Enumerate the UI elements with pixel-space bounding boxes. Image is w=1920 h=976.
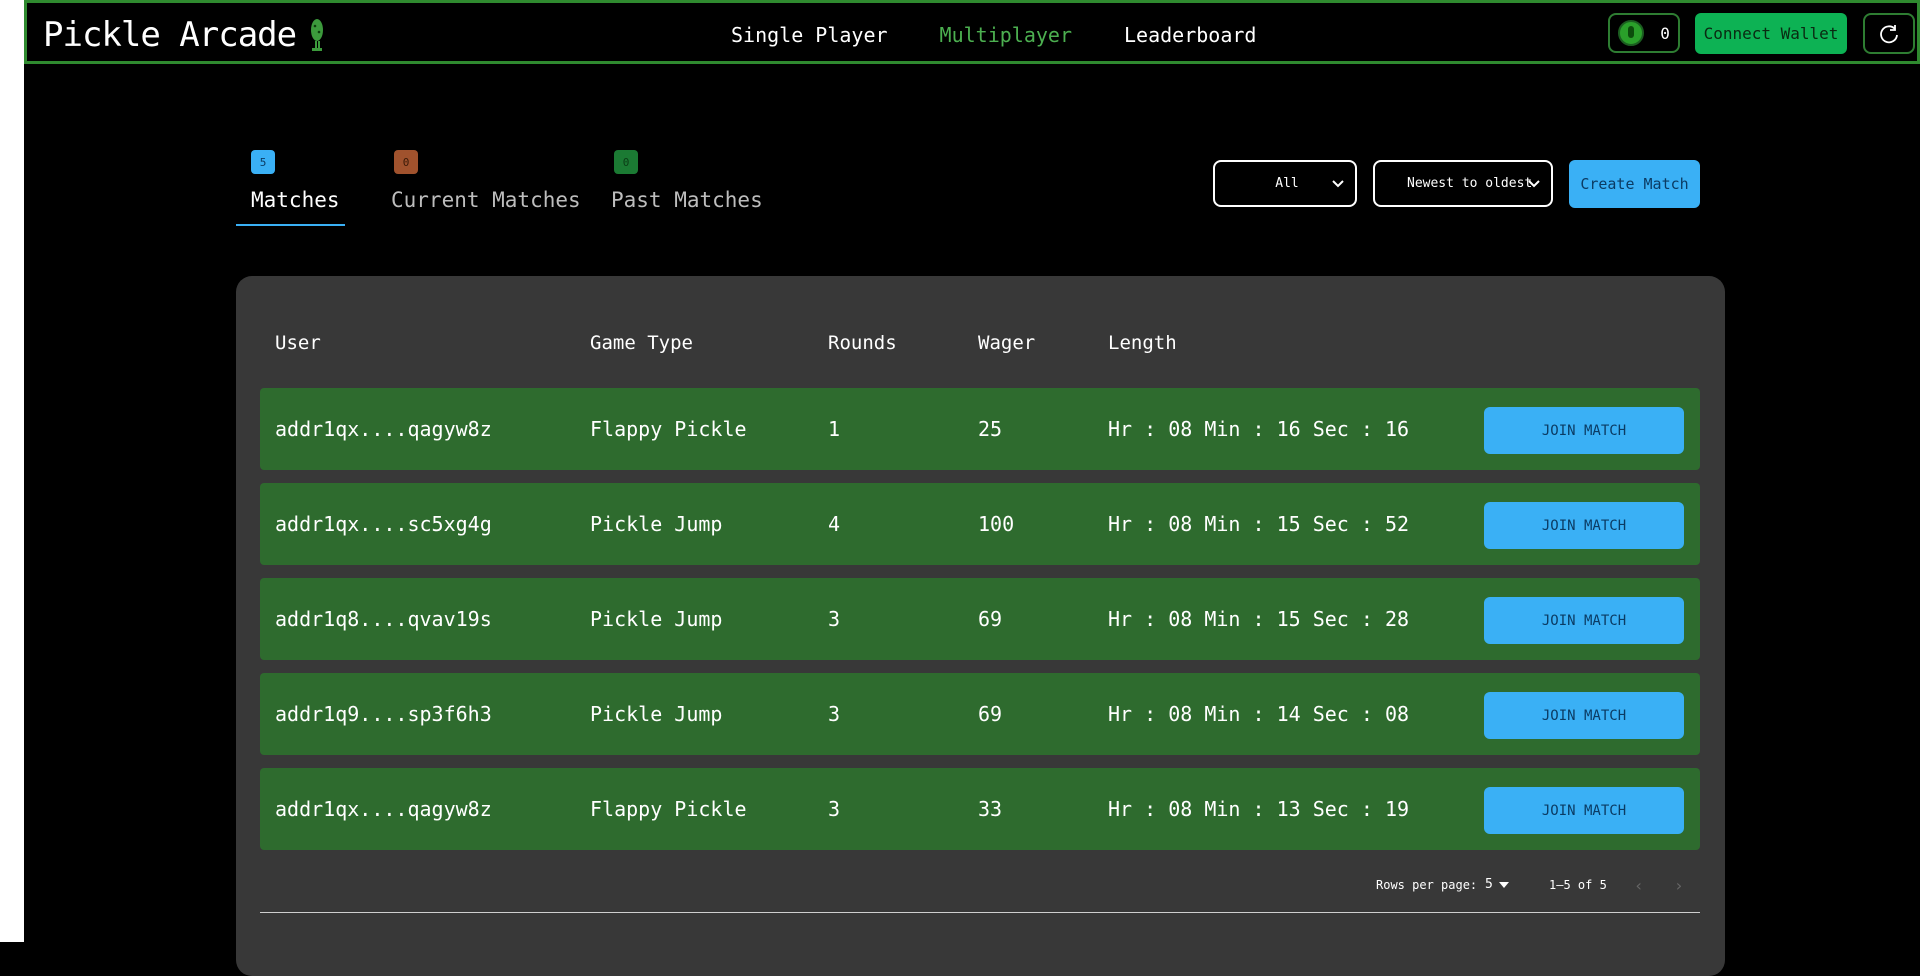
left-edge-strip: [0, 0, 24, 942]
cell-user: addr1qx....qagyw8z: [275, 797, 492, 821]
token-count: 0: [1660, 23, 1670, 43]
table-row: addr1qx....qagyw8z Flappy Pickle 1 25 Hr…: [260, 388, 1700, 470]
pickle-coin-icon: [1618, 20, 1645, 46]
column-header-rounds: Rounds: [828, 332, 897, 354]
join-match-button[interactable]: JOIN MATCH: [1484, 597, 1684, 644]
page-range: 1–5 of 5: [1549, 878, 1607, 892]
connect-wallet-button[interactable]: Connect Wallet: [1695, 13, 1847, 54]
pickle-logo-icon: [311, 19, 324, 51]
caret-down-icon: [1498, 881, 1509, 888]
cell-wager: 69: [978, 607, 1003, 631]
cell-game-type: Pickle Jump: [590, 702, 723, 726]
column-header-user: User: [275, 332, 321, 354]
table-row: addr1qx....qagyw8z Flappy Pickle 3 33 Hr…: [260, 768, 1700, 850]
matches-count-badge: 5: [251, 150, 275, 174]
rows-per-page-select[interactable]: 5: [1485, 877, 1509, 892]
join-match-button[interactable]: JOIN MATCH: [1484, 502, 1684, 549]
sort-order-value: Newest to oldest: [1407, 176, 1533, 191]
cell-length: Hr : 08 Min : 13 Sec : 19: [1108, 797, 1410, 821]
join-match-button[interactable]: JOIN MATCH: [1484, 692, 1684, 739]
cell-user: addr1qx....qagyw8z: [275, 417, 492, 441]
tab-current-matches-label: Current Matches: [391, 188, 581, 212]
refresh-icon: [1880, 24, 1898, 43]
cell-game-type: Pickle Jump: [590, 512, 723, 536]
table-row: addr1q8....qvav19s Pickle Jump 3 69 Hr :…: [260, 578, 1700, 660]
current-matches-count-badge: 0: [394, 150, 418, 174]
nav-leaderboard[interactable]: Leaderboard: [1124, 23, 1256, 47]
main-nav: Single Player Multiplayer Leaderboard: [731, 23, 1256, 47]
column-header-wager: Wager: [978, 332, 1036, 354]
tab-past-matches-label: Past Matches: [611, 188, 763, 212]
create-match-button[interactable]: Create Match: [1569, 160, 1700, 208]
cell-length: Hr : 08 Min : 15 Sec : 28: [1108, 607, 1410, 631]
cell-rounds: 1: [828, 417, 841, 441]
cell-length: Hr : 08 Min : 15 Sec : 52: [1108, 512, 1410, 536]
cell-wager: 69: [978, 702, 1003, 726]
brand[interactable]: Pickle Arcade: [43, 15, 328, 55]
brand-title: Pickle Arcade: [43, 15, 297, 55]
matches-table-card: User Game Type Rounds Wager Length addr1…: [236, 276, 1725, 976]
sort-order-select[interactable]: Newest to oldest: [1373, 160, 1553, 207]
past-matches-count-badge: 0: [614, 150, 638, 174]
chevron-down-icon: [1332, 180, 1344, 188]
cell-rounds: 4: [828, 512, 841, 536]
game-filter-select[interactable]: All: [1213, 160, 1357, 207]
cell-game-type: Pickle Jump: [590, 607, 723, 631]
match-rows: addr1qx....qagyw8z Flappy Pickle 1 25 Hr…: [260, 388, 1700, 863]
cell-game-type: Flappy Pickle: [590, 797, 747, 821]
column-header-length: Length: [1108, 332, 1177, 354]
join-match-button[interactable]: JOIN MATCH: [1484, 407, 1684, 454]
cell-wager: 25: [978, 417, 1003, 441]
table-row: addr1qx....sc5xg4g Pickle Jump 4 100 Hr …: [260, 483, 1700, 565]
active-tab-indicator: [236, 224, 345, 226]
nav-single-player[interactable]: Single Player: [731, 23, 888, 47]
pagination-divider: [260, 912, 1700, 913]
chevron-down-icon: [1528, 180, 1540, 188]
join-match-button[interactable]: JOIN MATCH: [1484, 787, 1684, 834]
nav-multiplayer[interactable]: Multiplayer: [940, 23, 1072, 47]
cell-wager: 100: [978, 512, 1015, 536]
tab-matches-label: Matches: [251, 188, 340, 212]
cell-length: Hr : 08 Min : 16 Sec : 16: [1108, 417, 1410, 441]
cell-game-type: Flappy Pickle: [590, 417, 747, 441]
table-row: addr1q9....sp3f6h3 Pickle Jump 3 69 Hr :…: [260, 673, 1700, 755]
rows-per-page-label: Rows per page:: [1376, 878, 1478, 892]
cell-user: addr1qx....sc5xg4g: [275, 512, 492, 536]
cell-rounds: 3: [828, 607, 841, 631]
top-navbar: Pickle Arcade Single Player Multiplayer …: [24, 0, 1920, 64]
column-header-game-type: Game Type: [590, 332, 693, 354]
cell-user: addr1q8....qvav19s: [275, 607, 492, 631]
cell-user: addr1q9....sp3f6h3: [275, 702, 492, 726]
chevron-right-icon[interactable]: ›: [1674, 876, 1684, 895]
cell-rounds: 3: [828, 797, 841, 821]
chevron-left-icon[interactable]: ‹: [1634, 876, 1644, 895]
rows-per-page-value: 5: [1485, 877, 1493, 892]
refresh-button[interactable]: [1863, 13, 1915, 54]
cell-rounds: 3: [828, 702, 841, 726]
cell-wager: 33: [978, 797, 1003, 821]
cell-length: Hr : 08 Min : 14 Sec : 08: [1108, 702, 1410, 726]
token-balance[interactable]: 0: [1608, 13, 1680, 53]
